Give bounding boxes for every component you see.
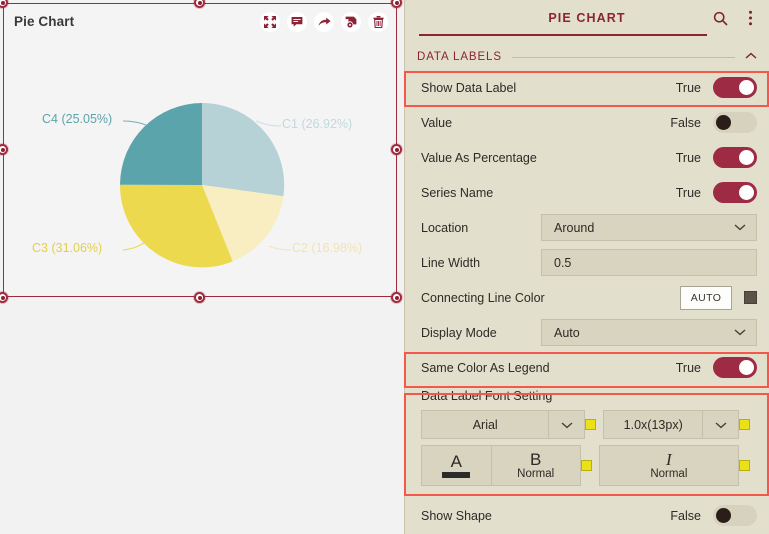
panel-header-actions [711, 9, 759, 27]
row-series-name[interactable]: Series Name True [405, 175, 769, 210]
toggle-same-color-as-legend[interactable] [713, 357, 757, 378]
toggle-show-data-label[interactable] [713, 77, 757, 98]
select-display-mode[interactable]: Auto [541, 319, 757, 346]
underline-glyph: A [450, 451, 462, 471]
toggle-value[interactable] [713, 112, 757, 133]
selection-handle-bottom-left[interactable] [0, 292, 8, 303]
row-value: False [670, 508, 701, 523]
leader-line-c4 [122, 120, 147, 126]
panel-header: PIE CHART [405, 0, 769, 36]
chevron-down-icon[interactable] [734, 327, 756, 339]
chart-toolbar [260, 12, 388, 32]
row-location[interactable]: Location Around [405, 210, 769, 245]
auto-color-button[interactable]: AUTO [680, 285, 732, 310]
italic-state: Normal [650, 467, 688, 480]
row-value: False [670, 115, 701, 130]
more-vertical-icon[interactable] [741, 9, 759, 27]
underline-button[interactable]: A [421, 445, 492, 486]
section-header-label: DATA LABELS [417, 51, 502, 63]
chevron-up-icon[interactable] [745, 52, 757, 63]
section-header-data-labels[interactable]: DATA LABELS [405, 44, 769, 70]
row-value[interactable]: Value False [405, 105, 769, 140]
pie-label-c3: C3 (31.06%) [32, 241, 103, 255]
font-size-chevron-down-icon[interactable] [703, 410, 739, 439]
toggle-show-shape[interactable] [713, 505, 757, 526]
row-label: Location [421, 220, 469, 235]
select-font-family[interactable]: Arial [421, 410, 550, 439]
row-value: True [675, 80, 701, 95]
chart-canvas-area: Pie Chart C1 (26.92%) C2 (16.98%) C3 (31… [0, 0, 404, 534]
leader-line-c2 [268, 245, 292, 251]
italic-glyph: I [666, 449, 672, 469]
app-root: Pie Chart C1 (26.92%) C2 (16.98%) C3 (31… [0, 0, 769, 534]
row-label: Connecting Line Color [421, 290, 545, 305]
row-label: Same Color As Legend [421, 360, 550, 375]
selection-handle-bottom-right[interactable] [391, 292, 402, 303]
share-icon[interactable] [314, 12, 334, 32]
row-label: Series Name [421, 185, 494, 200]
select-font-size[interactable]: 1.0x(13px) [603, 410, 704, 439]
page-title: Pie Chart [14, 14, 75, 29]
row-show-shape[interactable]: Show Shape False [405, 498, 769, 533]
row-label: Line Width [421, 255, 481, 270]
fullscreen-icon[interactable] [260, 12, 280, 32]
select-display-mode-value: Auto [554, 325, 580, 340]
row-label: Value [421, 115, 453, 130]
pie-slice-c4[interactable] [120, 103, 202, 185]
toggle-value-as-percentage[interactable] [713, 147, 757, 168]
row-value: True [675, 185, 701, 200]
pie-chart-card[interactable]: Pie Chart C1 (26.92%) C2 (16.98%) C3 (31… [3, 3, 397, 297]
selection-handle-middle-right[interactable] [391, 144, 402, 155]
section-divider [511, 56, 735, 58]
row-same-color-as-legend[interactable]: Same Color As Legend True [405, 350, 769, 385]
font-family-color-swatch[interactable] [585, 419, 597, 430]
row-value: True [675, 360, 701, 375]
row-line-width[interactable]: Line Width 0.5 [405, 245, 769, 280]
leader-line-c1 [255, 120, 282, 127]
leader-line-c3 [122, 242, 145, 251]
row-label: Display Mode [421, 325, 497, 340]
selection-handle-top-right[interactable] [391, 0, 402, 8]
row-label: Show Data Label [421, 80, 517, 95]
bold-button[interactable]: B Normal [491, 445, 581, 486]
pie-label-c2: C2 (16.98%) [292, 241, 363, 255]
underline-color-bar [442, 471, 471, 478]
toggle-series-name[interactable] [713, 182, 757, 203]
connecting-line-color-swatch[interactable] [744, 291, 757, 304]
pie-svg [119, 102, 292, 268]
font-size-color-swatch[interactable] [739, 419, 750, 430]
bold-glyph: B [530, 449, 542, 469]
row-connecting-line-color[interactable]: Connecting Line Color AUTO [405, 280, 769, 315]
panel-title-underline [419, 34, 707, 36]
select-location[interactable]: Around [541, 214, 757, 241]
select-location-value: Around [554, 220, 595, 235]
pie-label-c1: C1 (26.92%) [282, 117, 353, 131]
row-value: True [675, 150, 701, 165]
data-label-font-setting-group: Data Label Font Setting Arial 1.0x(13px)… [405, 385, 769, 498]
search-icon[interactable] [711, 9, 729, 27]
italic-button[interactable]: I Normal [598, 445, 739, 486]
font-style-color-swatch[interactable] [580, 460, 592, 471]
input-line-width[interactable]: 0.5 [541, 249, 757, 276]
row-label: Value As Percentage [421, 150, 537, 165]
italic-color-swatch[interactable] [739, 460, 750, 471]
chevron-down-icon[interactable] [734, 222, 756, 234]
delete-icon[interactable] [368, 12, 388, 32]
row-value-as-percentage[interactable]: Value As Percentage True [405, 140, 769, 175]
row-display-mode[interactable]: Display Mode Auto [405, 315, 769, 350]
font-setting-title: Data Label Font Setting [421, 389, 553, 403]
properties-panel: PIE CHART DATA LABELS Show Data Label Tr… [404, 0, 769, 534]
comment-icon[interactable] [287, 12, 307, 32]
save-icon[interactable] [341, 12, 361, 32]
font-style-row: A B Normal I Normal [421, 445, 757, 486]
font-family-size-row: Arial 1.0x(13px) [421, 410, 757, 439]
font-family-chevron-down-icon[interactable] [549, 410, 586, 439]
pie-slice-c1[interactable] [202, 102, 285, 197]
row-show-data-label[interactable]: Show Data Label True [405, 70, 769, 105]
row-label: Show Shape [421, 508, 492, 523]
bold-state: Normal [517, 467, 555, 480]
selection-handle-bottom-center[interactable] [194, 292, 205, 303]
pie-label-c4: C4 (25.05%) [42, 112, 113, 126]
pie-chart-plot: C1 (26.92%) C2 (16.98%) C3 (31.06%) C4 (… [4, 30, 396, 296]
